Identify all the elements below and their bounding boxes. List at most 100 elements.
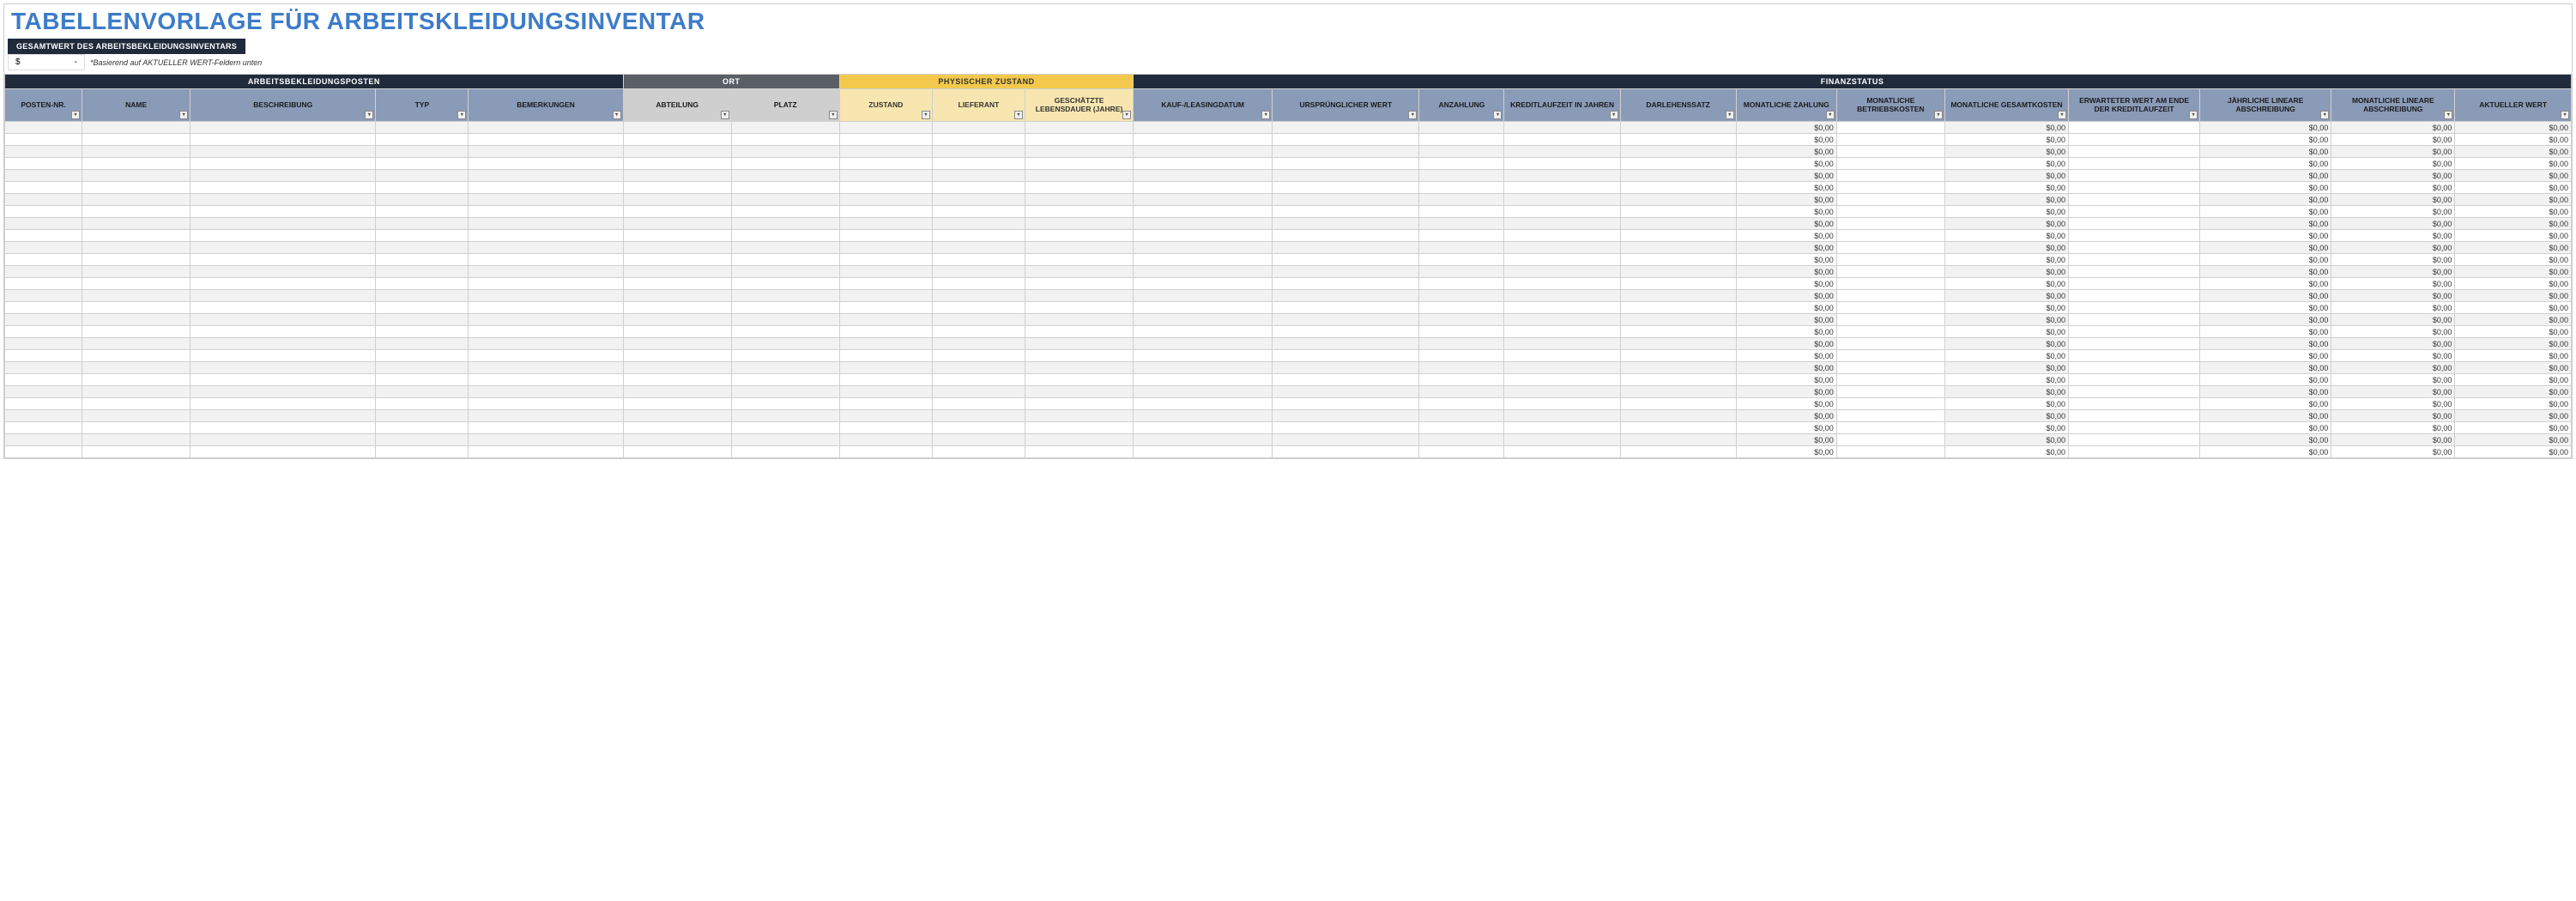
cell[interactable]	[932, 206, 1025, 218]
table-row[interactable]: $0,00$0,00$0,00$0,00$0,00	[5, 182, 2572, 194]
cell[interactable]	[2069, 386, 2200, 398]
cell[interactable]	[1025, 314, 1133, 326]
cell[interactable]	[1620, 302, 1736, 314]
cell[interactable]	[1419, 338, 1504, 350]
cell[interactable]: $0,00	[1736, 194, 1836, 206]
col-erwartet[interactable]: ERWARTETER WERT AM ENDE DER KREDITLAUFZE…	[2069, 89, 2200, 122]
cell[interactable]	[469, 134, 623, 146]
cell[interactable]	[1836, 410, 1944, 422]
cell[interactable]	[731, 446, 839, 458]
cell[interactable]	[1836, 290, 1944, 302]
cell[interactable]	[839, 338, 932, 350]
cell[interactable]: $0,00	[2331, 446, 2455, 458]
col-mbetrieb[interactable]: MONATLICHE BETRIEBSKOSTEN▾	[1836, 89, 1944, 122]
cell[interactable]	[2069, 146, 2200, 158]
cell[interactable]	[2069, 362, 2200, 374]
cell[interactable]	[1836, 350, 1944, 362]
cell[interactable]	[1836, 278, 1944, 290]
cell[interactable]	[1504, 398, 1620, 410]
cell[interactable]: $0,00	[1736, 446, 1836, 458]
cell[interactable]: $0,00	[2455, 398, 2572, 410]
cell[interactable]	[5, 290, 82, 302]
cell[interactable]	[1419, 374, 1504, 386]
cell[interactable]: $0,00	[1944, 446, 2068, 458]
cell[interactable]	[376, 194, 469, 206]
cell[interactable]	[932, 302, 1025, 314]
cell[interactable]	[1836, 182, 1944, 194]
cell[interactable]: $0,00	[1736, 302, 1836, 314]
cell[interactable]: $0,00	[2331, 242, 2455, 254]
cell[interactable]	[932, 398, 1025, 410]
cell[interactable]	[932, 362, 1025, 374]
cell[interactable]	[376, 362, 469, 374]
cell[interactable]	[82, 422, 190, 434]
cell[interactable]	[623, 242, 731, 254]
cell[interactable]	[731, 218, 839, 230]
cell[interactable]	[190, 434, 376, 446]
table-row[interactable]: $0,00$0,00$0,00$0,00$0,00	[5, 374, 2572, 386]
cell[interactable]	[1620, 386, 1736, 398]
cell[interactable]	[2069, 170, 2200, 182]
cell[interactable]	[1025, 242, 1133, 254]
cell[interactable]	[1134, 278, 1273, 290]
col-beschreibung[interactable]: BESCHREIBUNG▾	[190, 89, 376, 122]
cell[interactable]	[1419, 158, 1504, 170]
cell[interactable]	[1419, 218, 1504, 230]
cell[interactable]: $0,00	[1944, 338, 2068, 350]
cell[interactable]	[190, 422, 376, 434]
cell[interactable]	[5, 386, 82, 398]
cell[interactable]: $0,00	[1736, 422, 1836, 434]
table-row[interactable]: $0,00$0,00$0,00$0,00$0,00	[5, 230, 2572, 242]
table-row[interactable]: $0,00$0,00$0,00$0,00$0,00	[5, 290, 2572, 302]
cell[interactable]	[376, 146, 469, 158]
cell[interactable]	[932, 122, 1025, 134]
cell[interactable]: $0,00	[2331, 314, 2455, 326]
cell[interactable]	[190, 314, 376, 326]
cell[interactable]	[932, 218, 1025, 230]
table-row[interactable]: $0,00$0,00$0,00$0,00$0,00	[5, 362, 2572, 374]
cell[interactable]: $0,00	[1944, 434, 2068, 446]
cell[interactable]: $0,00	[1944, 398, 2068, 410]
cell[interactable]	[932, 230, 1025, 242]
filter-icon[interactable]: ▾	[179, 111, 188, 119]
col-kreditlaufzeit[interactable]: KREDITLAUFZEIT IN JAHREN▾	[1504, 89, 1620, 122]
cell[interactable]	[82, 146, 190, 158]
cell[interactable]	[5, 158, 82, 170]
cell[interactable]: $0,00	[2331, 170, 2455, 182]
cell[interactable]	[932, 158, 1025, 170]
cell[interactable]	[376, 122, 469, 134]
cell[interactable]	[190, 218, 376, 230]
cell[interactable]	[839, 302, 932, 314]
cell[interactable]	[932, 434, 1025, 446]
cell[interactable]: $0,00	[2331, 254, 2455, 266]
cell[interactable]: $0,00	[2331, 374, 2455, 386]
cell[interactable]	[82, 290, 190, 302]
cell[interactable]	[932, 350, 1025, 362]
cell[interactable]: $0,00	[2455, 386, 2572, 398]
cell[interactable]	[1836, 242, 1944, 254]
cell[interactable]	[1273, 266, 1419, 278]
cell[interactable]: $0,00	[1736, 266, 1836, 278]
cell[interactable]	[1504, 314, 1620, 326]
filter-icon[interactable]: ▾	[1934, 111, 1943, 119]
cell[interactable]: $0,00	[2455, 350, 2572, 362]
cell[interactable]	[839, 242, 932, 254]
cell[interactable]: $0,00	[2200, 302, 2331, 314]
cell[interactable]: $0,00	[2331, 266, 2455, 278]
cell[interactable]	[623, 398, 731, 410]
cell[interactable]	[1419, 230, 1504, 242]
cell[interactable]: $0,00	[2200, 434, 2331, 446]
cell[interactable]	[5, 374, 82, 386]
cell[interactable]: $0,00	[2455, 290, 2572, 302]
col-typ[interactable]: TYP▾	[376, 89, 469, 122]
cell[interactable]	[839, 206, 932, 218]
col-kaufdatum[interactable]: KAUF-/LEASINGDATUM▾	[1134, 89, 1273, 122]
cell[interactable]	[623, 158, 731, 170]
cell[interactable]: $0,00	[1736, 122, 1836, 134]
cell[interactable]	[1025, 338, 1133, 350]
cell[interactable]	[82, 362, 190, 374]
cell[interactable]	[469, 158, 623, 170]
filter-icon[interactable]: ▾	[1493, 111, 1502, 119]
cell[interactable]	[1273, 134, 1419, 146]
cell[interactable]	[5, 182, 82, 194]
